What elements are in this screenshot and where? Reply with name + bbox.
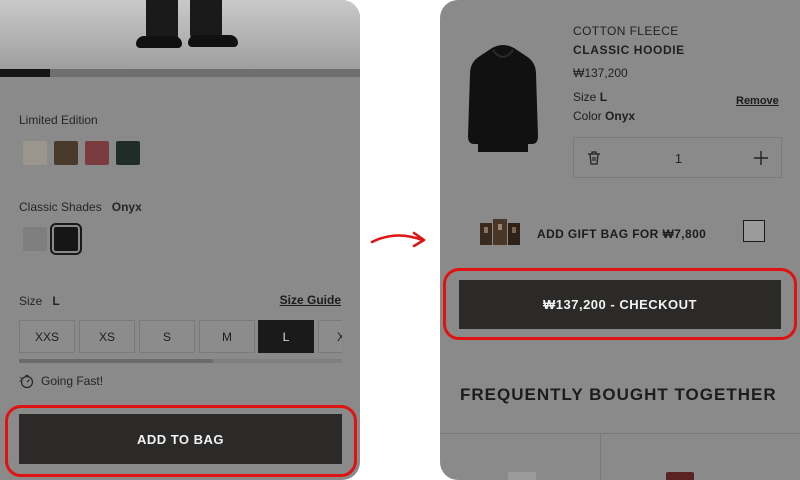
- fbt-divider: [440, 433, 800, 434]
- size-label: Size: [19, 294, 43, 308]
- model-shoe-right: [188, 35, 238, 47]
- arrow-icon: [370, 231, 426, 248]
- fbt-product-thumbnail[interactable]: [666, 472, 694, 480]
- size-option-l[interactable]: L: [258, 320, 314, 353]
- limited-edition-label: Limited Edition: [19, 113, 98, 127]
- remove-link[interactable]: Remove: [736, 95, 779, 107]
- classic-shades-selected: Onyx: [111, 200, 142, 214]
- product-thumbnail[interactable]: [466, 44, 540, 156]
- swatch-dark-green[interactable]: [116, 141, 140, 165]
- size-selected: L: [52, 294, 60, 308]
- size-scrollbar-thumb[interactable]: [19, 359, 213, 363]
- quantity-stepper: 1: [573, 137, 782, 178]
- classic-shades-heading: Classic Shades Onyx: [19, 200, 142, 214]
- cart-panel: COTTON FLEECE CLASSIC HOODIE ₩137,200 Si…: [440, 0, 800, 480]
- product-name[interactable]: CLASSIC HOODIE: [573, 43, 685, 57]
- cart-size-row: Size L: [573, 90, 607, 104]
- gift-bag-thumbnail: [480, 219, 520, 245]
- size-option-xs[interactable]: XS: [79, 320, 135, 353]
- fbt-column-divider: [600, 434, 601, 480]
- gift-bag-checkbox[interactable]: [743, 220, 765, 242]
- cart-color-value: Onyx: [605, 109, 636, 123]
- quantity-value[interactable]: 1: [574, 138, 783, 179]
- product-price: ₩137,200: [573, 66, 628, 80]
- size-option-xl[interactable]: XL: [318, 320, 342, 353]
- size-option-m[interactable]: M: [199, 320, 255, 353]
- trash-icon[interactable]: [586, 150, 602, 166]
- image-carousel-progress: [0, 69, 360, 77]
- product-panel: Limited Edition Classic Shades Onyx Size…: [0, 0, 360, 480]
- swatch-grey[interactable]: [23, 227, 47, 251]
- screenshot-stage: Limited Edition Classic Shades Onyx Size…: [0, 0, 800, 480]
- size-scrollbar[interactable]: [19, 359, 342, 363]
- classic-shades-label: Classic Shades: [19, 200, 102, 214]
- size-heading: Size L: [19, 294, 60, 308]
- model-leg-right: [190, 0, 222, 40]
- frequently-bought-heading: FREQUENTLY BOUGHT TOGETHER: [460, 385, 777, 404]
- swatch-onyx[interactable]: [50, 223, 82, 255]
- swatch-brown[interactable]: [54, 141, 78, 165]
- cart-color-row: Color Onyx: [573, 109, 635, 123]
- cart-size-label: Size: [573, 90, 597, 104]
- product-line: COTTON FLEECE: [573, 24, 679, 38]
- cart-size-value: L: [599, 90, 608, 104]
- fbt-product-thumbnail[interactable]: [508, 472, 536, 480]
- checkout-button[interactable]: ₩137,200 - CHECKOUT: [459, 280, 781, 329]
- stopwatch-icon: [19, 374, 34, 389]
- going-fast-text: Going Fast!: [41, 374, 104, 388]
- swatch-cream[interactable]: [23, 141, 47, 165]
- going-fast-notice: Going Fast!: [19, 373, 103, 389]
- plus-icon[interactable]: [753, 150, 769, 166]
- size-guide-link[interactable]: Size Guide: [280, 293, 341, 307]
- model-shoe-left: [136, 36, 182, 48]
- swatch-red[interactable]: [85, 141, 109, 165]
- image-carousel-progress-fill: [0, 69, 51, 77]
- gift-bag-label: ADD GIFT BAG FOR ₩7,800: [537, 227, 707, 241]
- size-selector: XXS XS S M L XL: [19, 320, 342, 354]
- add-to-bag-button[interactable]: ADD TO BAG: [19, 414, 342, 464]
- cart-color-label: Color: [573, 109, 602, 123]
- size-option-s[interactable]: S: [139, 320, 195, 353]
- size-option-xxs[interactable]: XXS: [19, 320, 75, 353]
- product-image[interactable]: [0, 0, 360, 70]
